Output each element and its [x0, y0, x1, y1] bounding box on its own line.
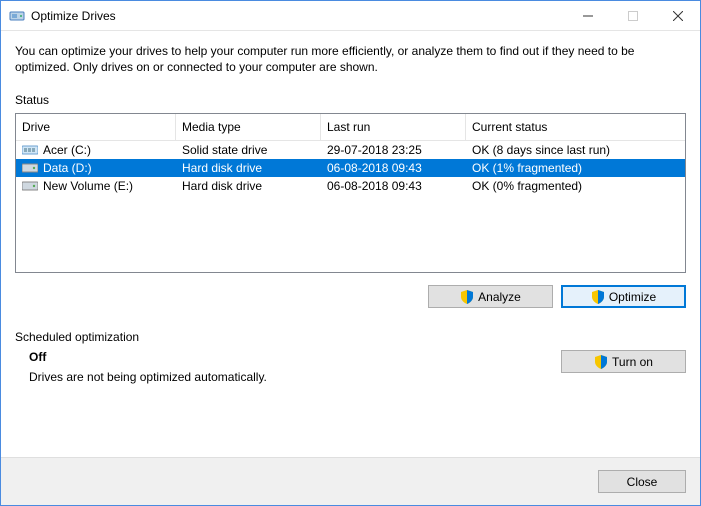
bottom-bar: Close — [1, 457, 700, 505]
scheduled-desc: Drives are not being optimized automatic… — [29, 370, 267, 384]
analyze-button[interactable]: Analyze — [428, 285, 553, 308]
col-last[interactable]: Last run — [321, 114, 466, 141]
drive-media: Hard disk drive — [176, 177, 321, 195]
drive-row[interactable]: Acer (C:) Solid state drive 29-07-2018 2… — [16, 141, 685, 159]
drive-status: OK (8 days since last run) — [466, 141, 685, 159]
scheduled-state: Off — [29, 350, 267, 364]
optimize-button[interactable]: Optimize — [561, 285, 686, 308]
window-title: Optimize Drives — [31, 9, 565, 23]
shield-icon — [594, 355, 608, 369]
drive-last: 29-07-2018 23:25 — [321, 141, 466, 159]
drive-last: 06-08-2018 09:43 — [321, 177, 466, 195]
titlebar: Optimize Drives — [1, 1, 700, 31]
drive-name: New Volume (E:) — [43, 179, 133, 193]
turn-on-button[interactable]: Turn on — [561, 350, 686, 373]
drive-status: OK (0% fragmented) — [466, 177, 685, 195]
drive-last: 06-08-2018 09:43 — [321, 159, 466, 177]
hdd-icon — [22, 162, 38, 174]
col-status[interactable]: Current status — [466, 114, 685, 141]
shield-icon — [591, 290, 605, 304]
drives-header: Drive Media type Last run Current status — [16, 114, 685, 141]
status-label: Status — [15, 93, 686, 107]
col-media[interactable]: Media type — [176, 114, 321, 141]
app-icon — [9, 8, 25, 24]
intro-text: You can optimize your drives to help you… — [15, 43, 686, 75]
drive-media: Hard disk drive — [176, 159, 321, 177]
shield-icon — [460, 290, 474, 304]
scheduled-label: Scheduled optimization — [15, 330, 686, 344]
drive-row[interactable]: Data (D:) Hard disk drive 06-08-2018 09:… — [16, 159, 685, 177]
hdd-icon — [22, 180, 38, 192]
window-controls — [565, 1, 700, 30]
ssd-icon — [22, 144, 38, 156]
close-button[interactable] — [655, 1, 700, 30]
drive-row[interactable]: New Volume (E:) Hard disk drive 06-08-20… — [16, 177, 685, 195]
maximize-button — [610, 1, 655, 30]
minimize-button[interactable] — [565, 1, 610, 30]
close-dialog-button[interactable]: Close — [598, 470, 686, 493]
col-drive[interactable]: Drive — [16, 114, 176, 141]
drive-status: OK (1% fragmented) — [466, 159, 685, 177]
drive-name: Data (D:) — [43, 161, 92, 175]
drives-list[interactable]: Drive Media type Last run Current status… — [15, 113, 686, 273]
drive-name: Acer (C:) — [43, 143, 91, 157]
drive-media: Solid state drive — [176, 141, 321, 159]
